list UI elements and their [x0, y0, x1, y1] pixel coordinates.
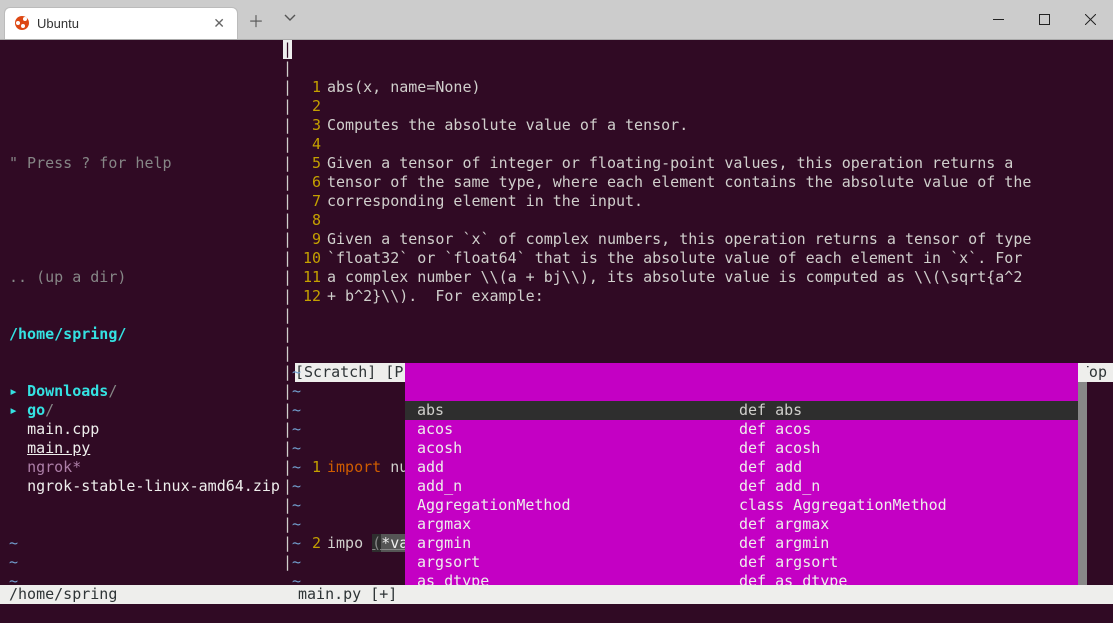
preview-line: 2 — [295, 97, 1113, 116]
help-hint: " Press ? for help — [9, 154, 283, 173]
preview-line: 3Computes the absolute value of a tensor… — [295, 116, 1113, 135]
vertical-split-divider[interactable]: | | | | | | | | | | | | | | | | | | | | … — [283, 40, 292, 572]
window-titlebar: Ubuntu ✕ ＋ — [0, 0, 1113, 40]
ubuntu-icon — [15, 16, 29, 30]
up-dir[interactable]: .. (up a dir) — [9, 268, 283, 287]
preview-line: 10`float32` or `float64` that is the abs… — [295, 249, 1113, 268]
tab-dropdown-icon[interactable] — [274, 11, 306, 29]
right-buffer-name: main.py [+] — [298, 585, 397, 604]
preview-line: 9Given a tensor `x` of complex numbers, … — [295, 230, 1113, 249]
bottom-statusline: /home/spring main.py [+] — [0, 585, 1113, 604]
tree-item[interactable]: main.cpp — [9, 420, 283, 439]
file-tree-panel[interactable]: " Press ? for help .. (up a dir) /home/s… — [0, 116, 283, 623]
completion-item[interactable]: add_ndef add_n — [405, 477, 1087, 496]
tree-item[interactable]: ▸ Downloads/ — [9, 382, 283, 401]
completion-item[interactable]: argmindef argmin — [405, 534, 1087, 553]
left-buffer-name: /home/spring — [0, 585, 117, 604]
tilde-filler-mid: ~ ~ ~ ~ ~ ~ ~ ~ ~ ~ ~ ~ — [292, 363, 301, 591]
terminal-tab[interactable]: Ubuntu ✕ — [4, 7, 238, 39]
popup-scrollbar-thumb[interactable] — [1078, 363, 1087, 382]
completion-item[interactable]: argsortdef argsort — [405, 553, 1087, 572]
preview-line: 1abs(x, name=None) — [295, 78, 1113, 97]
tree-item[interactable]: ngrok* — [9, 458, 283, 477]
close-window-button[interactable] — [1067, 0, 1113, 38]
completion-item[interactable]: argmaxdef argmax — [405, 515, 1087, 534]
preview-line: 12+ b^2}\\). For example: — [295, 287, 1113, 306]
preview-line: 8 — [295, 211, 1113, 230]
window-controls — [975, 0, 1113, 38]
doc-preview[interactable]: 1abs(x, name=None)23Computes the absolut… — [295, 78, 1113, 306]
completion-item[interactable]: adddef add — [405, 458, 1087, 477]
command-message-line: -- Omni completion (^O^N^P) match 1 of 3… — [0, 604, 1113, 623]
minimize-button[interactable] — [975, 0, 1021, 38]
preview-line: 11a complex number \\(a + bj\\), its abs… — [295, 268, 1113, 287]
close-tab-icon[interactable]: ✕ — [209, 15, 229, 32]
preview-line: 7corresponding element in the input. — [295, 192, 1113, 211]
preview-line: 4 — [295, 135, 1113, 154]
completion-item[interactable]: absdef abs — [405, 401, 1087, 420]
preview-line: 5Given a tensor of integer or floating-p… — [295, 154, 1113, 173]
terminal-body[interactable]: " Press ? for help .. (up a dir) /home/s… — [0, 40, 1113, 623]
tab-title: Ubuntu — [37, 16, 79, 31]
tree-item[interactable]: main.py — [9, 439, 283, 458]
tree-item[interactable]: ngrok-stable-linux-amd64.zip — [9, 477, 283, 496]
new-tab-button[interactable]: ＋ — [238, 8, 274, 32]
completion-item[interactable]: acoshdef acosh — [405, 439, 1087, 458]
cwd-path[interactable]: /home/spring/ — [9, 325, 283, 344]
completion-item[interactable]: AggregationMethodclass AggregationMethod — [405, 496, 1087, 515]
completion-popup[interactable]: absdef absacosdef acosacoshdef acoshaddd… — [405, 363, 1087, 623]
completion-item[interactable]: acosdef acos — [405, 420, 1087, 439]
preview-line: 6tensor of the same type, where each ele… — [295, 173, 1113, 192]
tree-item[interactable]: ▸ go/ — [9, 401, 283, 420]
maximize-button[interactable] — [1021, 0, 1067, 38]
